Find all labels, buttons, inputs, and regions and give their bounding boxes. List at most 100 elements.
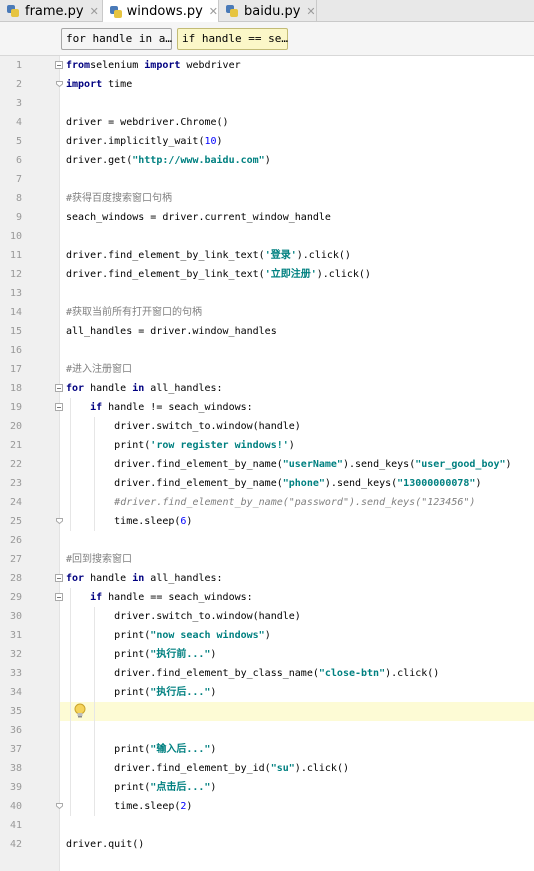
tab-windows-py[interactable]: windows.py ✕ <box>103 0 219 23</box>
code-token: ) <box>216 136 223 147</box>
fold-end-icon[interactable] <box>56 81 63 87</box>
line-number: 32 <box>9 649 22 660</box>
code-line[interactable]: driver.find_element_by_link_text('登录').c… <box>66 246 351 265</box>
code-token: "13000000078" <box>397 478 476 489</box>
code-token: print( <box>66 440 151 451</box>
code-line[interactable]: driver.quit() <box>66 835 144 854</box>
close-icon[interactable]: ✕ <box>306 5 315 18</box>
code-token: ).send_keys( <box>324 478 398 489</box>
code-token: time.sleep( <box>66 516 181 527</box>
code-line[interactable]: driver.switch_to.window(handle) <box>66 417 301 436</box>
line-number: 3 <box>15 98 22 109</box>
tab-frame-py[interactable]: frame.py ✕ <box>0 0 103 22</box>
code-token: ).send_keys( <box>342 459 416 470</box>
code-line[interactable]: #获取当前所有打开窗口的句柄 <box>66 303 202 322</box>
code-line[interactable]: if handle != seach_windows: <box>66 398 253 417</box>
code-token: driver.implicitly_wait( <box>66 136 205 147</box>
line-number: 23 <box>9 478 22 489</box>
code-token: driver.get( <box>66 155 133 166</box>
code-token: handle == seach_windows: <box>102 592 253 603</box>
lightbulb-icon[interactable] <box>74 703 86 719</box>
code-line[interactable]: print("执行前...") <box>66 645 216 664</box>
tab-baidu-py[interactable]: baidu.py ✕ <box>219 0 317 22</box>
code-token: "执行后..." <box>150 687 211 698</box>
code-line[interactable]: if handle == seach_windows: <box>66 588 253 607</box>
code-line[interactable]: #进入注册窗口 <box>66 360 132 379</box>
breadcrumb-if-statement[interactable]: if handle == se… <box>177 28 288 50</box>
line-number: 24 <box>9 497 22 508</box>
python-file-icon <box>6 4 20 18</box>
code-token: handle <box>84 573 133 584</box>
code-token: #回到搜索窗口 <box>66 554 133 565</box>
code-token: #进入注册窗口 <box>66 364 133 375</box>
line-number: 29 <box>9 592 22 603</box>
code-line[interactable]: print("点击后...") <box>66 778 216 797</box>
code-line[interactable]: driver.find_element_by_id("su").click() <box>66 759 349 778</box>
code-line[interactable]: for handle in all_handles: <box>66 379 223 398</box>
code-token: "phone" <box>282 478 325 489</box>
code-line[interactable]: all_handles = driver.window_handles <box>66 322 277 341</box>
indent-guide <box>70 398 71 531</box>
close-icon[interactable]: ✕ <box>90 5 99 18</box>
line-number: 25 <box>9 516 22 527</box>
line-number: 7 <box>15 174 22 185</box>
fold-end-icon[interactable] <box>56 518 63 524</box>
fold-end-icon[interactable] <box>56 803 63 809</box>
code-token: in <box>132 383 145 394</box>
code-token: for <box>66 383 85 394</box>
fold-toggle-icon[interactable] <box>55 61 63 69</box>
code-token: driver.find_element_by_class_name( <box>66 668 319 679</box>
code-line[interactable]: seach_windows = driver.current_window_ha… <box>66 208 331 227</box>
code-token: time.sleep( <box>66 801 181 812</box>
code-line[interactable]: driver.get("http://www.baidu.com") <box>66 151 271 170</box>
code-token: '登录' <box>264 250 297 261</box>
line-number: 10 <box>9 231 22 242</box>
code-line[interactable]: time.sleep(6) <box>66 512 192 531</box>
python-file-icon <box>225 4 239 18</box>
code-line[interactable]: print("执行后...") <box>66 683 216 702</box>
code-token: webdriver <box>180 60 241 71</box>
code-line[interactable]: driver.find_element_by_name("userName").… <box>66 455 512 474</box>
code-line[interactable]: print('row register windows!') <box>66 436 295 455</box>
fold-toggle-icon[interactable] <box>55 384 63 392</box>
close-icon[interactable]: ✕ <box>209 5 218 18</box>
code-line[interactable]: driver = webdriver.Chrome() <box>66 113 229 132</box>
code-line[interactable]: #driver.find_element_by_name("password")… <box>66 493 475 512</box>
breadcrumb-for-loop[interactable]: for handle in a… <box>61 28 172 50</box>
tab-label: windows.py <box>126 4 203 19</box>
line-number: 31 <box>9 630 22 641</box>
code-line[interactable]: fromselenium import webdriver <box>66 56 241 75</box>
code-line[interactable]: import time <box>66 75 132 94</box>
line-number: 36 <box>9 725 22 736</box>
code-token: '立即注册' <box>264 269 317 280</box>
current-line-highlight <box>60 702 534 721</box>
code-line[interactable]: #回到搜索窗口 <box>66 550 132 569</box>
line-number: 38 <box>9 763 22 774</box>
code-line[interactable]: driver.find_element_by_link_text('立即注册')… <box>66 265 371 284</box>
indent-guide <box>70 588 71 816</box>
code-token: ) <box>210 687 217 698</box>
code-line[interactable]: time.sleep(2) <box>66 797 192 816</box>
tab-label: frame.py <box>25 3 84 19</box>
code-token: print( <box>66 782 151 793</box>
code-line[interactable]: driver.implicitly_wait(10) <box>66 132 223 151</box>
fold-toggle-icon[interactable] <box>55 403 63 411</box>
code-token: driver.find_element_by_name( <box>66 459 283 470</box>
code-line[interactable]: print("now seach windows") <box>66 626 271 645</box>
fold-toggle-icon[interactable] <box>55 593 63 601</box>
code-line[interactable]: print("输入后...") <box>66 740 216 759</box>
code-token: ) <box>505 459 512 470</box>
line-number: 18 <box>9 383 22 394</box>
line-number: 9 <box>15 212 22 223</box>
code-token: ).click() <box>296 250 351 261</box>
fold-toggle-icon[interactable] <box>55 574 63 582</box>
line-number: 42 <box>9 839 22 850</box>
code-line[interactable]: for handle in all_handles: <box>66 569 223 588</box>
code-line[interactable]: driver.find_element_by_class_name("close… <box>66 664 439 683</box>
code-line[interactable]: #获得百度搜索窗口句柄 <box>66 189 172 208</box>
code-editor[interactable]: 1 2 3 4 5 6 7 8 9 10 11 12 13 14 15 16 17 18 19 20 21 22 23 24 2… <box>0 56 534 871</box>
code-line[interactable]: driver.switch_to.window(handle) <box>66 607 301 626</box>
code-token: driver.find_element_by_id( <box>66 763 271 774</box>
line-number: 17 <box>9 364 22 375</box>
code-line[interactable]: driver.find_element_by_name("phone").sen… <box>66 474 481 493</box>
